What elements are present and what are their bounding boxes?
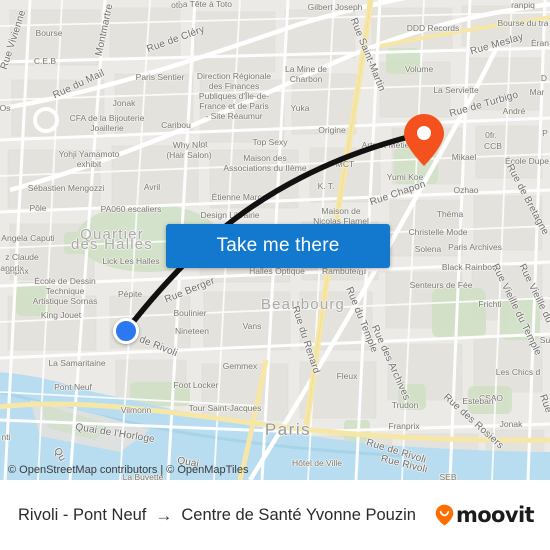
- openmaptiles-attribution[interactable]: © OpenMapTiles: [166, 464, 248, 476]
- take-me-there-button[interactable]: Take me there: [166, 224, 390, 268]
- origin-marker[interactable]: [113, 318, 139, 344]
- moovit-pin-icon: [435, 504, 454, 526]
- arrow-right-icon: →: [155, 505, 173, 525]
- take-me-there-label: Take me there: [216, 235, 340, 256]
- moovit-wordmark: moovit: [455, 503, 535, 527]
- trip-destination: Centre de Santé Yvonne Pouzin: [181, 505, 416, 524]
- destination-marker[interactable]: [403, 113, 445, 167]
- map-attribution: © OpenStreetMap contributors | © OpenMapTi…: [8, 464, 249, 476]
- moovit-map-screen: Bourse Rue Vivienne Rue de Cléry Montmartre…: [0, 0, 550, 550]
- map-canvas[interactable]: Bourse Rue Vivienne Rue de Cléry Montmartre…: [0, 0, 550, 480]
- moovit-logo[interactable]: moovit: [435, 503, 535, 527]
- osm-attribution[interactable]: © OpenStreetMap contributors: [8, 464, 157, 476]
- trip-origin: Rivoli - Pont Neuf: [18, 505, 147, 524]
- trip-footer: Rivoli - Pont Neuf → Centre de Santé Yvo…: [0, 480, 550, 550]
- attribution-separator: |: [160, 464, 164, 476]
- trip-summary: Rivoli - Pont Neuf → Centre de Santé Yvo…: [18, 506, 416, 525]
